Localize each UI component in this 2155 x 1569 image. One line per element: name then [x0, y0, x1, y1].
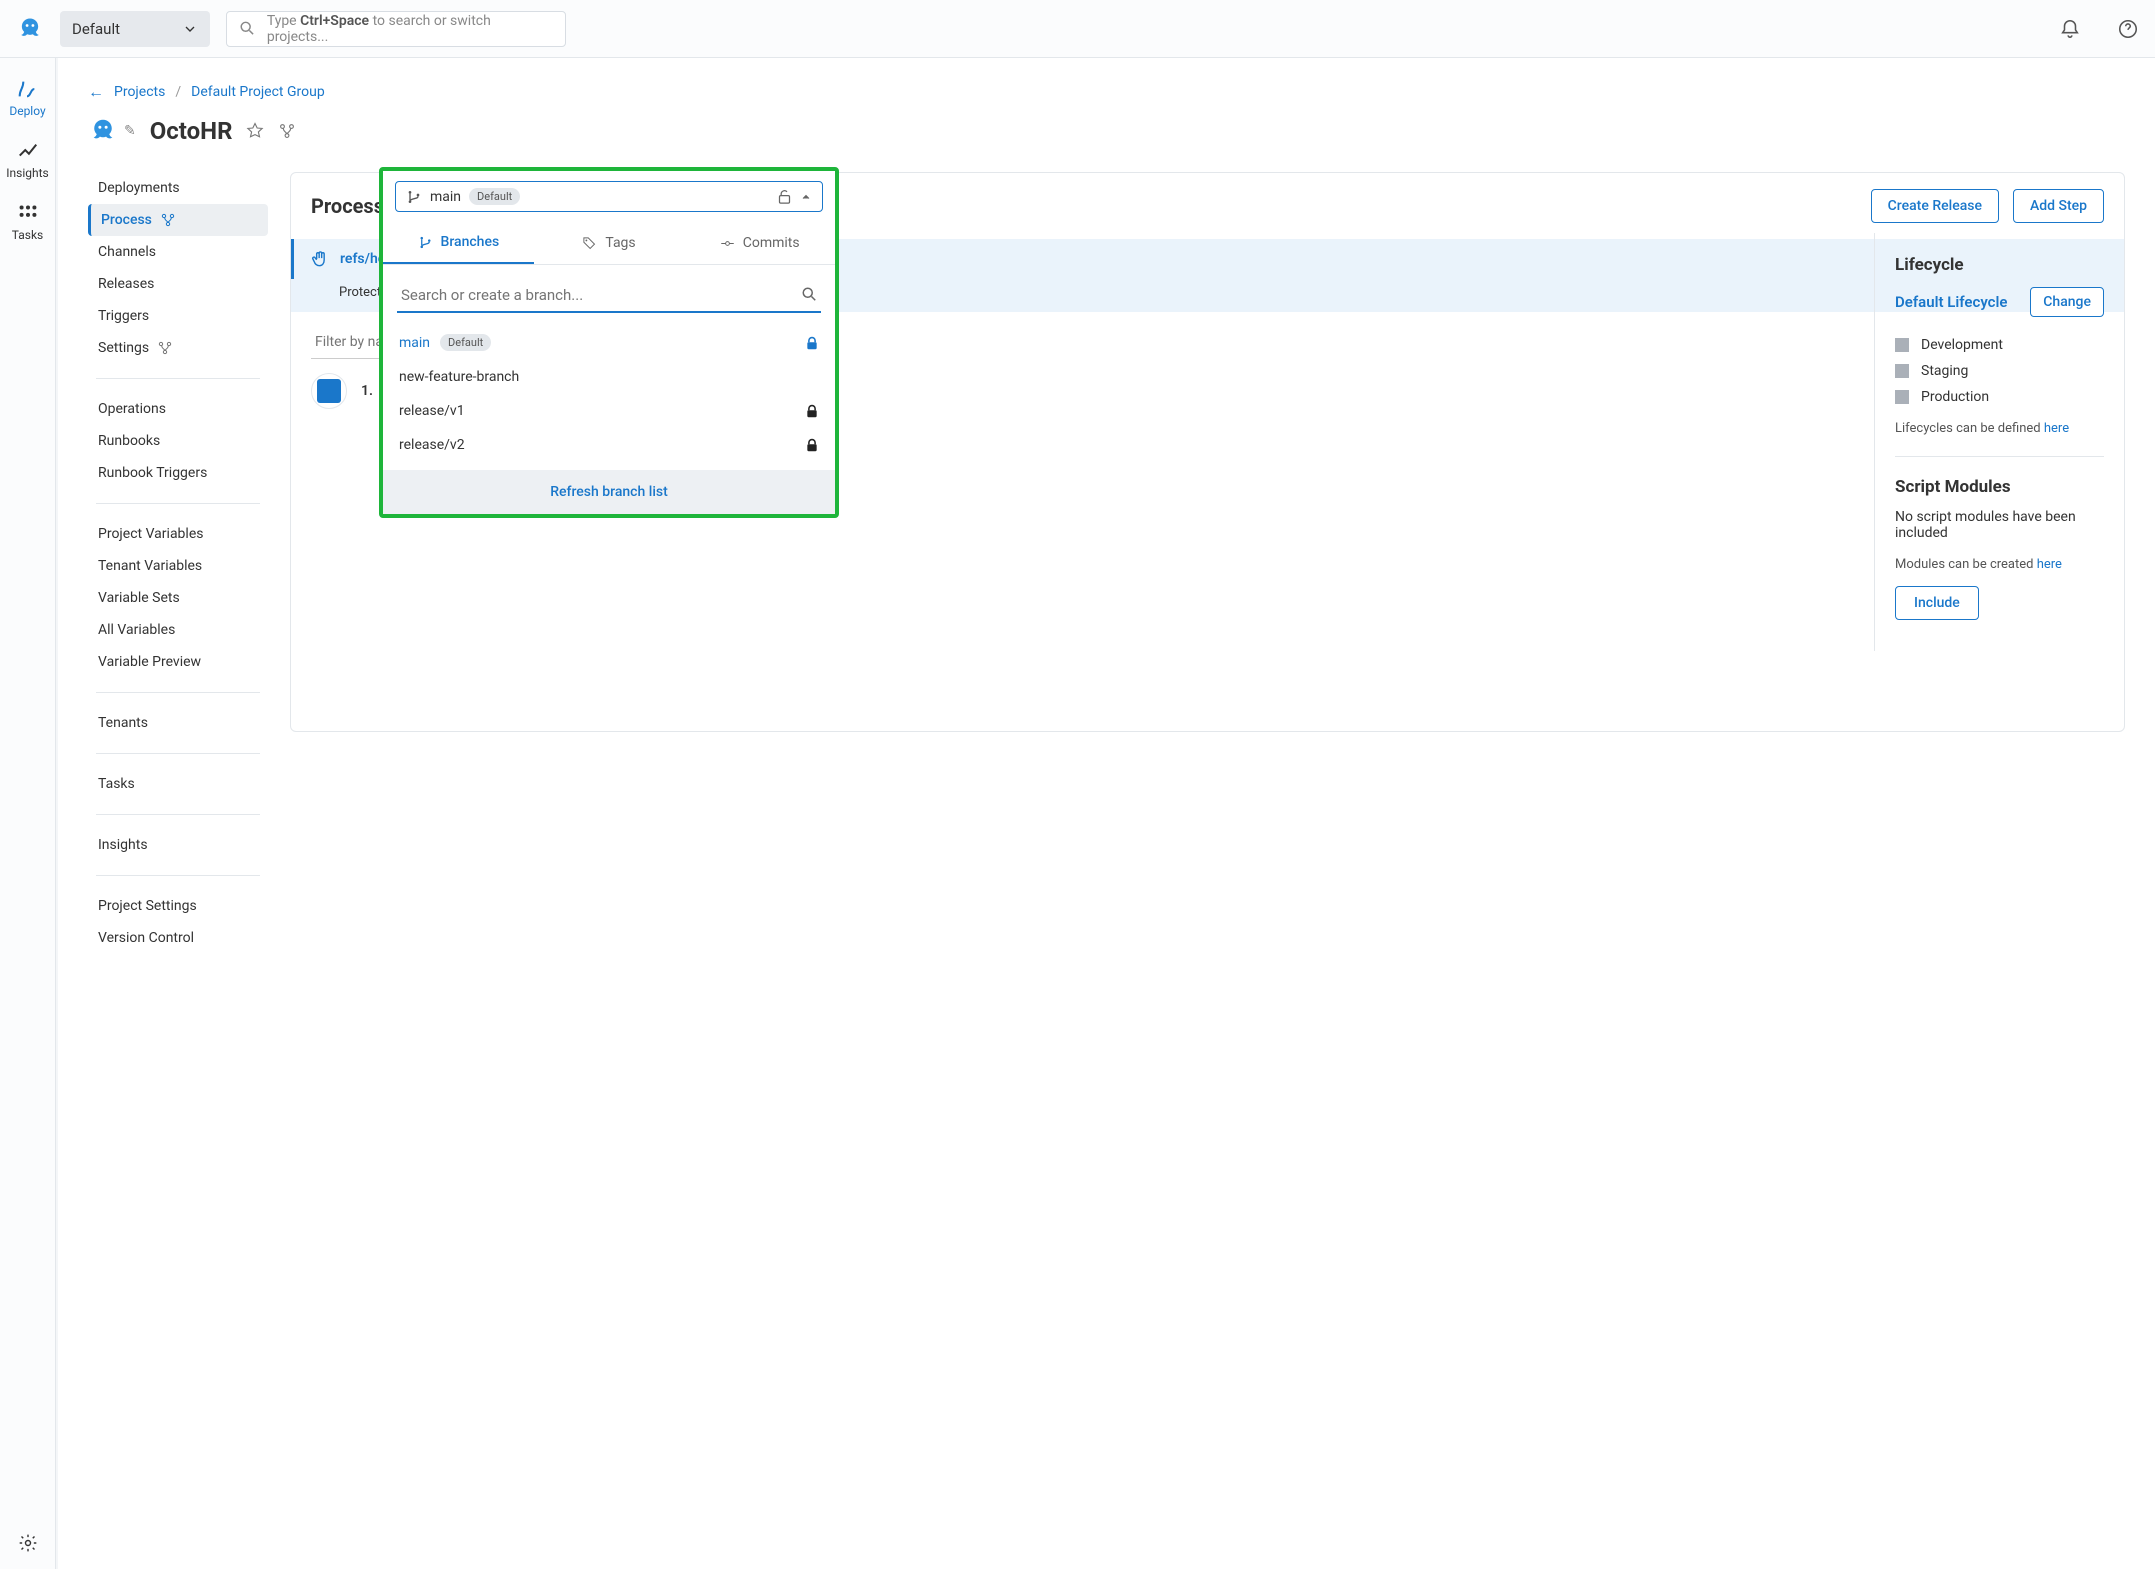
- default-badge: Default: [469, 188, 520, 205]
- sidebar-item-operations[interactable]: Operations: [88, 393, 268, 425]
- branch-icon: [406, 189, 422, 205]
- rail-deploy[interactable]: Deploy: [9, 78, 45, 118]
- lifecycle-link[interactable]: Default Lifecycle: [1895, 293, 2007, 311]
- global-search[interactable]: Type Ctrl+Space to search or switch proj…: [226, 11, 566, 47]
- stage-staging: Staging: [1895, 363, 2104, 379]
- branch-chip-name: main: [430, 189, 461, 205]
- edit-avatar-icon[interactable]: ✎: [124, 123, 136, 139]
- sidebar-item-triggers[interactable]: Triggers: [88, 300, 268, 332]
- branch-item-name: new-feature-branch: [399, 369, 519, 385]
- branch-search[interactable]: [397, 279, 821, 313]
- sidebar-item-releases[interactable]: Releases: [88, 268, 268, 300]
- refresh-branches-button[interactable]: Refresh branch list: [383, 470, 835, 514]
- sidebar-item-channels[interactable]: Channels: [88, 236, 268, 268]
- star-icon[interactable]: [246, 122, 264, 140]
- back-arrow-icon[interactable]: ←: [88, 82, 104, 102]
- sidebar-item-version-control[interactable]: Version Control: [88, 922, 268, 954]
- tab-commits[interactable]: Commits: [684, 222, 835, 264]
- breadcrumb-projects[interactable]: Projects: [114, 84, 165, 100]
- sidebar-item-tasks[interactable]: Tasks: [88, 768, 268, 800]
- project-avatar-icon: [88, 116, 118, 146]
- rail-tasks[interactable]: Tasks: [12, 202, 44, 242]
- vcs-small-icon: [157, 340, 173, 356]
- branch-item-name: release/v1: [399, 403, 465, 419]
- lock-icon: [805, 404, 819, 418]
- include-module-button[interactable]: Include: [1895, 586, 1979, 620]
- branch-select-chip[interactable]: main Default: [395, 181, 823, 212]
- tag-icon: [582, 236, 597, 251]
- lifecycle-hint: Lifecycles can be defined here: [1895, 421, 2104, 436]
- sidebar-item-tenant-variables[interactable]: Tenant Variables: [88, 550, 268, 582]
- sidebar-item-runbooks[interactable]: Runbooks: [88, 425, 268, 457]
- panel-title: Process: [311, 194, 384, 218]
- tab-tags[interactable]: Tags: [534, 222, 685, 264]
- branch-search-input[interactable]: [399, 285, 801, 305]
- vcs-small-icon: [160, 212, 176, 228]
- space-dropdown[interactable]: Default: [60, 11, 210, 47]
- step-number: 1.: [361, 383, 373, 399]
- add-step-button[interactable]: Add Step: [2013, 189, 2104, 223]
- stage-production: Production: [1895, 389, 2104, 405]
- project-sidebar: Deployments Process Channels Releases Tr…: [88, 172, 268, 954]
- octopus-logo-icon[interactable]: [16, 15, 44, 43]
- sidebar-item-variable-sets[interactable]: Variable Sets: [88, 582, 268, 614]
- modules-here-link[interactable]: here: [2037, 557, 2062, 572]
- branch-item[interactable]: new-feature-branch: [397, 360, 821, 394]
- branch-item-name: main: [399, 335, 430, 351]
- sidebar-item-variable-preview[interactable]: Variable Preview: [88, 646, 268, 678]
- modules-empty: No script modules have been included: [1895, 509, 2104, 541]
- branch-item[interactable]: main Default: [397, 325, 821, 360]
- sidebar-item-deployments[interactable]: Deployments: [88, 172, 268, 204]
- insights-icon: [17, 140, 39, 162]
- branch-item[interactable]: release/v1: [397, 394, 821, 428]
- hand-icon: [310, 249, 330, 269]
- commit-icon: [720, 236, 735, 251]
- lifecycle-here-link[interactable]: here: [2044, 421, 2069, 436]
- breadcrumb-group[interactable]: Default Project Group: [191, 84, 325, 100]
- stage-development: Development: [1895, 337, 2104, 353]
- project-title: OctoHR: [150, 117, 233, 145]
- process-panel: Process Create Release Add Step refs/hea…: [290, 172, 2125, 732]
- sidebar-item-runbook-triggers[interactable]: Runbook Triggers: [88, 457, 268, 489]
- lock-icon: [805, 336, 819, 350]
- branch-popover: main Default Branches: [379, 167, 839, 518]
- create-release-button[interactable]: Create Release: [1871, 189, 1999, 223]
- bell-icon[interactable]: [2059, 18, 2081, 40]
- lock-open-icon: [777, 189, 792, 204]
- tab-branches[interactable]: Branches: [383, 222, 534, 264]
- sidebar-item-settings[interactable]: Settings: [88, 332, 268, 364]
- gear-icon[interactable]: [18, 1533, 38, 1553]
- sidebar-item-all-variables[interactable]: All Variables: [88, 614, 268, 646]
- branch-item[interactable]: release/v2: [397, 428, 821, 462]
- sidebar-item-project-settings[interactable]: Project Settings: [88, 890, 268, 922]
- vcs-icon[interactable]: [278, 122, 296, 140]
- sidebar-item-process[interactable]: Process: [88, 204, 268, 236]
- sidebar-item-tenants[interactable]: Tenants: [88, 707, 268, 739]
- chevron-up-icon: [800, 191, 812, 203]
- lock-icon: [805, 438, 819, 452]
- search-icon: [801, 286, 819, 304]
- help-icon[interactable]: [2117, 18, 2139, 40]
- tasks-icon: [17, 202, 39, 224]
- branch-icon: [418, 235, 433, 250]
- step-icon: [311, 373, 347, 409]
- change-lifecycle-button[interactable]: Change: [2030, 287, 2104, 317]
- breadcrumb: ← Projects / Default Project Group: [88, 82, 2125, 102]
- chevron-down-icon: [182, 21, 198, 37]
- branch-item-name: release/v2: [399, 437, 465, 453]
- deploy-icon: [16, 78, 38, 100]
- default-badge: Default: [440, 334, 491, 351]
- space-name: Default: [72, 20, 120, 38]
- sidebar-item-project-variables[interactable]: Project Variables: [88, 518, 268, 550]
- lifecycle-title: Lifecycle: [1895, 255, 2104, 275]
- modules-title: Script Modules: [1895, 477, 2104, 497]
- search-icon: [239, 20, 257, 38]
- sidebar-item-insights[interactable]: Insights: [88, 829, 268, 861]
- rail-insights[interactable]: Insights: [6, 140, 48, 180]
- modules-hint: Modules can be created here: [1895, 557, 2104, 572]
